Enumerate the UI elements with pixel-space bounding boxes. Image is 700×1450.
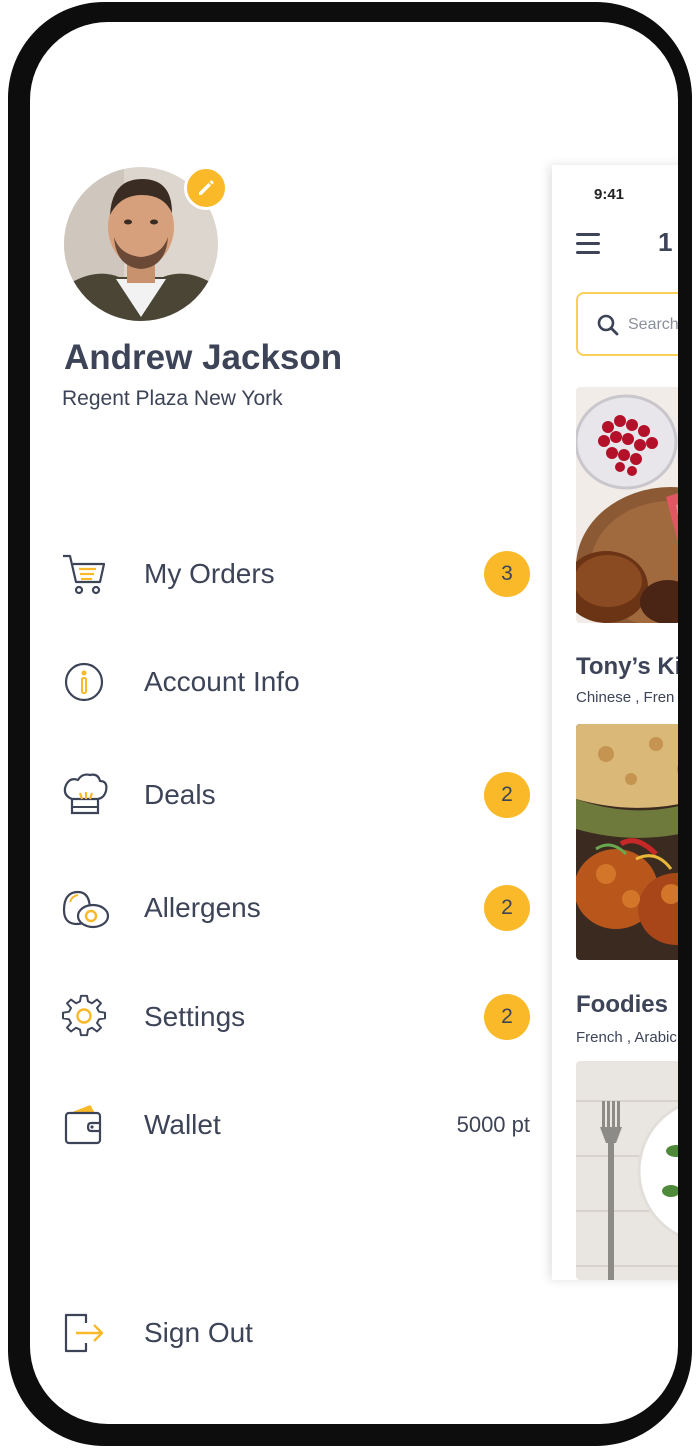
restaurant-image[interactable] [576, 387, 678, 623]
cart-icon [63, 554, 106, 595]
pencil-icon [199, 180, 214, 195]
sign-out-button[interactable]: Sign Out [60, 1303, 540, 1363]
status-time: 9:41 [594, 186, 625, 203]
menu-label: Settings [144, 1001, 246, 1032]
restaurant-cuisines: Chinese , Fren [576, 689, 675, 706]
header-title: 1 [658, 227, 673, 257]
settings-count-badge: 2 [484, 994, 530, 1040]
user-location: Regent Plaza New York [62, 387, 283, 410]
menu-label: Sign Out [144, 1317, 253, 1348]
hamburger-menu-icon[interactable] [576, 233, 600, 257]
gear-icon [62, 994, 106, 1037]
user-name: Andrew Jackson [64, 338, 343, 377]
menu-label: Allergens [144, 892, 261, 923]
menu-item-deals[interactable]: Deals 2 [60, 765, 540, 825]
menu-label: Account Info [144, 666, 300, 697]
allergens-count-badge: 2 [484, 885, 530, 931]
restaurant-name[interactable]: Foodies [576, 991, 668, 1019]
restaurant-name[interactable]: Tony’s Ki [576, 653, 678, 681]
menu-item-settings[interactable]: Settings 2 [60, 987, 540, 1047]
main-screen-preview[interactable]: 9:41 1 Search Tony’s Ki Chinese , Fren F… [552, 165, 678, 1280]
search-placeholder: Search [628, 316, 678, 333]
wallet-icon [64, 1105, 102, 1145]
info-icon [64, 662, 104, 702]
menu-item-my-orders[interactable]: My Orders 3 [60, 544, 540, 604]
restaurant-cuisines: French , Arabic [576, 1029, 677, 1046]
phone-frame: 9:41 1 Search Tony’s Ki Chinese , Fren F… [8, 2, 692, 1446]
menu-label: Deals [144, 779, 216, 810]
menu-label: My Orders [144, 558, 275, 589]
menu-item-wallet[interactable]: Wallet 5000 pt [60, 1095, 540, 1155]
menu-item-allergens[interactable]: Allergens 2 [60, 878, 540, 938]
egg-icon [62, 890, 110, 929]
search-icon [597, 314, 619, 336]
sign-out-icon [64, 1313, 104, 1353]
chef-hat-icon [63, 773, 108, 815]
menu-label: Wallet [144, 1109, 221, 1140]
search-input[interactable]: Search [576, 292, 678, 356]
orders-count-badge: 3 [484, 551, 530, 597]
menu-item-account-info[interactable]: Account Info [60, 652, 540, 712]
wallet-balance: 5000 pt [456, 1112, 530, 1137]
deals-count-badge: 2 [484, 772, 530, 818]
restaurant-image[interactable] [576, 1061, 678, 1280]
phone-screen: 9:41 1 Search Tony’s Ki Chinese , Fren F… [30, 22, 678, 1424]
edit-profile-button[interactable] [184, 166, 228, 210]
restaurant-image[interactable] [576, 724, 678, 960]
